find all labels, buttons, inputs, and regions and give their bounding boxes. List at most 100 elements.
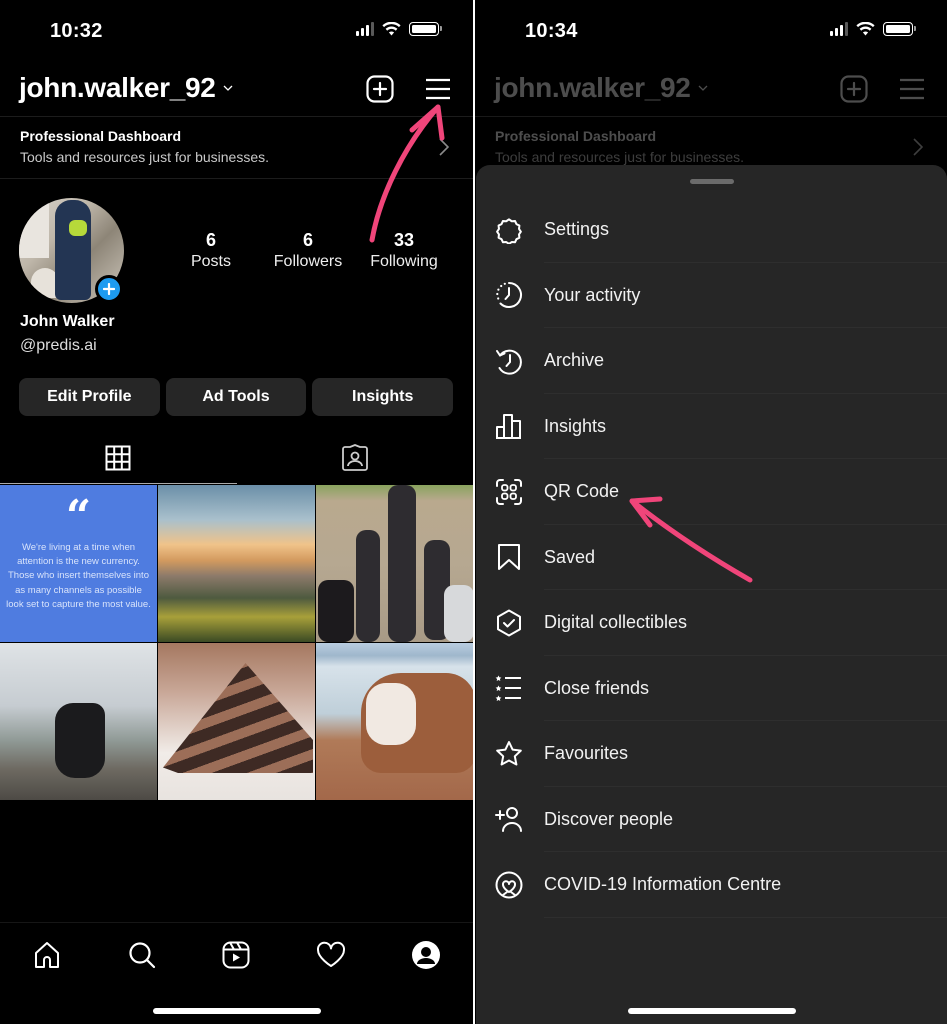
edit-profile-button[interactable]: Edit Profile (19, 378, 160, 416)
insights-icon (495, 412, 523, 440)
stat-label: Posts (190, 253, 231, 270)
menu-item-label: Digital collectibles (544, 612, 688, 633)
search-icon (129, 942, 156, 969)
post-quote[interactable]: “ We're living at a time when attention … (0, 485, 157, 642)
nav-activity[interactable] (315, 939, 347, 971)
menu-button[interactable] (423, 74, 453, 104)
menu-item-label: Archive (544, 350, 605, 371)
stat-value: 33 (393, 230, 415, 250)
star-icon (495, 740, 523, 768)
menu-item-settings[interactable]: Settings (476, 197, 947, 263)
heart-icon (316, 941, 346, 967)
status-icons (830, 22, 916, 36)
digital-collectibles-icon (495, 609, 523, 637)
quote-mark-icon: “ (65, 491, 92, 542)
covid-info-icon (495, 871, 523, 899)
menu-item-label: Insights (544, 415, 607, 436)
menu-button (897, 74, 927, 104)
bottom-navigation (0, 922, 473, 1024)
profile-stats: 6 Posts 6 Followers 33 Following (160, 230, 457, 271)
cellular-signal-icon (830, 22, 848, 36)
create-button[interactable] (365, 74, 395, 104)
stat-followers[interactable]: 6 Followers (262, 230, 354, 271)
divider (0, 178, 473, 179)
account-switcher[interactable]: john.walker_92 (19, 72, 234, 104)
profile-handle[interactable]: @predis.ai (20, 337, 97, 355)
menu-item-label: Settings (544, 219, 610, 240)
pro-dashboard-subtitle: Tools and resources just for businesses. (20, 149, 270, 165)
post-sunset-photo[interactable] (158, 485, 315, 642)
menu-screen: 10:34 john.walker_92 Professional Dashbo… (475, 0, 947, 1024)
status-bar: 10:34 (475, 0, 947, 60)
ad-tools-button[interactable]: Ad Tools (165, 378, 307, 416)
battery-icon (409, 22, 442, 36)
insights-button[interactable]: Insights (312, 378, 454, 416)
chevron-right-icon (913, 138, 923, 156)
menu-sheet: Settings Your activity Archive Insights (476, 165, 947, 1024)
status-bar: 10:32 (0, 0, 473, 60)
add-person-icon (495, 805, 523, 833)
nav-profile[interactable] (410, 939, 442, 971)
wifi-icon (382, 22, 401, 36)
plus-square-icon (840, 75, 868, 103)
username-label: john.walker_92 (19, 72, 216, 103)
menu-item-covid-info[interactable]: COVID-19 Information Centre (476, 852, 947, 918)
hamburger-menu-icon (900, 78, 924, 100)
quote-text: We're living at a time when attention is… (6, 542, 151, 610)
stat-posts[interactable]: 6 Posts (160, 230, 262, 271)
menu-item-label: Your activity (544, 284, 641, 305)
create-button (839, 74, 869, 104)
profile-icon (412, 941, 440, 969)
plus-square-icon (366, 75, 394, 103)
profile-tabs (0, 432, 473, 484)
divider (0, 116, 473, 117)
post-bulldog-photo[interactable] (316, 643, 473, 800)
chevron-down-icon (223, 85, 233, 91)
chevron-right-icon (439, 138, 449, 156)
activity-icon (495, 281, 523, 309)
settings-icon (495, 216, 523, 244)
close-friends-icon (495, 674, 523, 702)
menu-item-your-activity[interactable]: Your activity (476, 263, 947, 329)
menu-item-insights[interactable]: Insights (476, 394, 947, 460)
menu-item-archive[interactable]: Archive (476, 328, 947, 394)
menu-item-digital-collectibles[interactable]: Digital collectibles (476, 590, 947, 656)
home-indicator (627, 1008, 796, 1014)
cellular-signal-icon (356, 22, 374, 36)
menu-item-label: Discover people (544, 808, 674, 829)
add-story-button[interactable] (95, 275, 123, 303)
tab-posts-grid[interactable] (0, 432, 237, 484)
menu-item-saved[interactable]: Saved (476, 525, 947, 591)
nav-search[interactable] (126, 939, 158, 971)
menu-item-label: COVID-19 Information Centre (544, 874, 782, 895)
stat-value: 6 (302, 230, 313, 250)
post-shadows-photo[interactable] (316, 485, 473, 642)
profile-header: john.walker_92 (0, 64, 473, 116)
display-name: John Walker (20, 313, 115, 330)
menu-item-label: QR Code (544, 481, 620, 502)
stat-following[interactable]: 33 Following (354, 230, 454, 271)
sheet-grabber[interactable] (689, 179, 734, 184)
profile-actions: Edit Profile Ad Tools Insights (19, 378, 454, 416)
hamburger-menu-icon (426, 78, 450, 100)
profile-screen: 10:32 john.walker_92 Professional Dashbo… (0, 0, 473, 1024)
nav-home[interactable] (31, 939, 63, 971)
post-motorcycle-photo[interactable] (0, 643, 157, 800)
nav-reels[interactable] (220, 939, 252, 971)
menu-item-close-friends[interactable]: Close friends (476, 656, 947, 722)
pro-dashboard-title: Professional Dashboard (495, 128, 657, 144)
menu-item-discover-people[interactable]: Discover people (476, 787, 947, 853)
pro-dashboard-subtitle: Tools and resources just for businesses. (495, 149, 745, 165)
status-time: 10:32 (50, 20, 103, 42)
qr-code-icon (495, 478, 523, 506)
menu-item-favourites[interactable]: Favourites (476, 721, 947, 787)
wifi-icon (856, 22, 875, 36)
stat-label: Followers (273, 253, 343, 270)
chevron-down-icon (698, 85, 708, 91)
menu-item-qr-code[interactable]: QR Code (476, 459, 947, 525)
professional-dashboard-banner[interactable]: Professional Dashboard Tools and resourc… (0, 118, 473, 178)
tab-tagged[interactable] (237, 432, 474, 484)
menu-item-label: Close friends (544, 677, 650, 698)
username-label: john.walker_92 (494, 72, 691, 103)
post-cake-photo[interactable] (158, 643, 315, 800)
